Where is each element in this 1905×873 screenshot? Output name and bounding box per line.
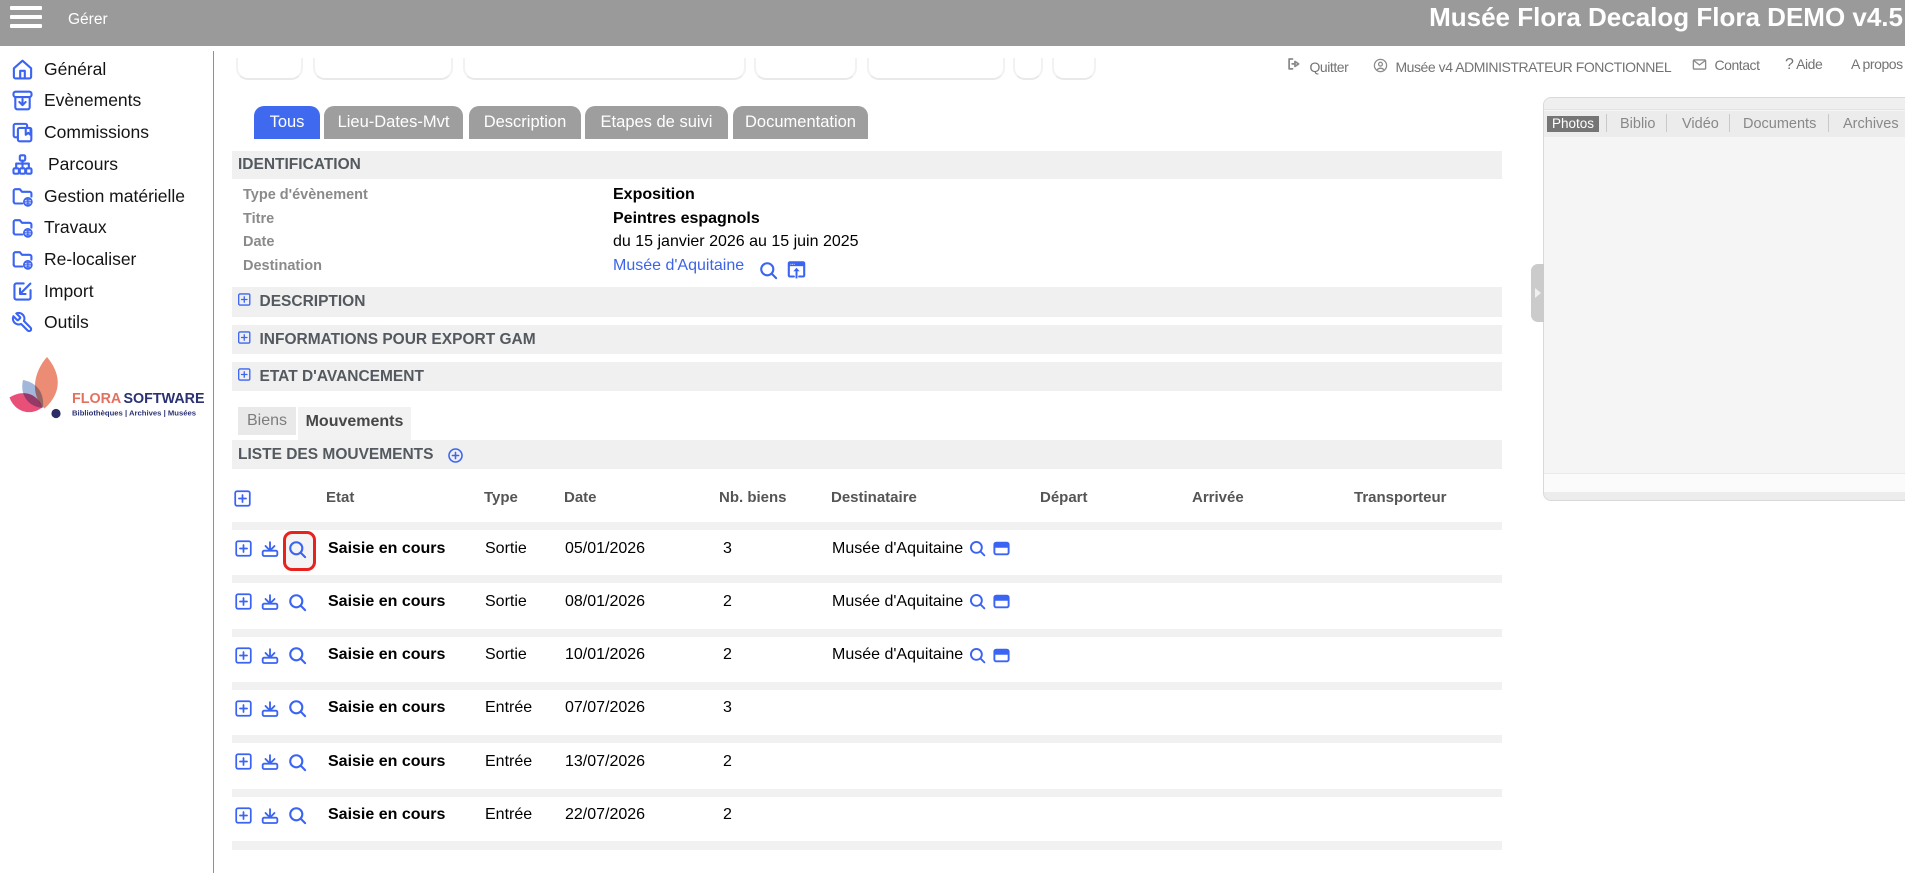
svg-text:SOFTWARE: SOFTWARE xyxy=(124,391,205,407)
svg-text:Bibliothèques | Archives | Mus: Bibliothèques | Archives | Musées xyxy=(72,409,196,418)
svg-text:FLORA: FLORA xyxy=(72,391,121,407)
